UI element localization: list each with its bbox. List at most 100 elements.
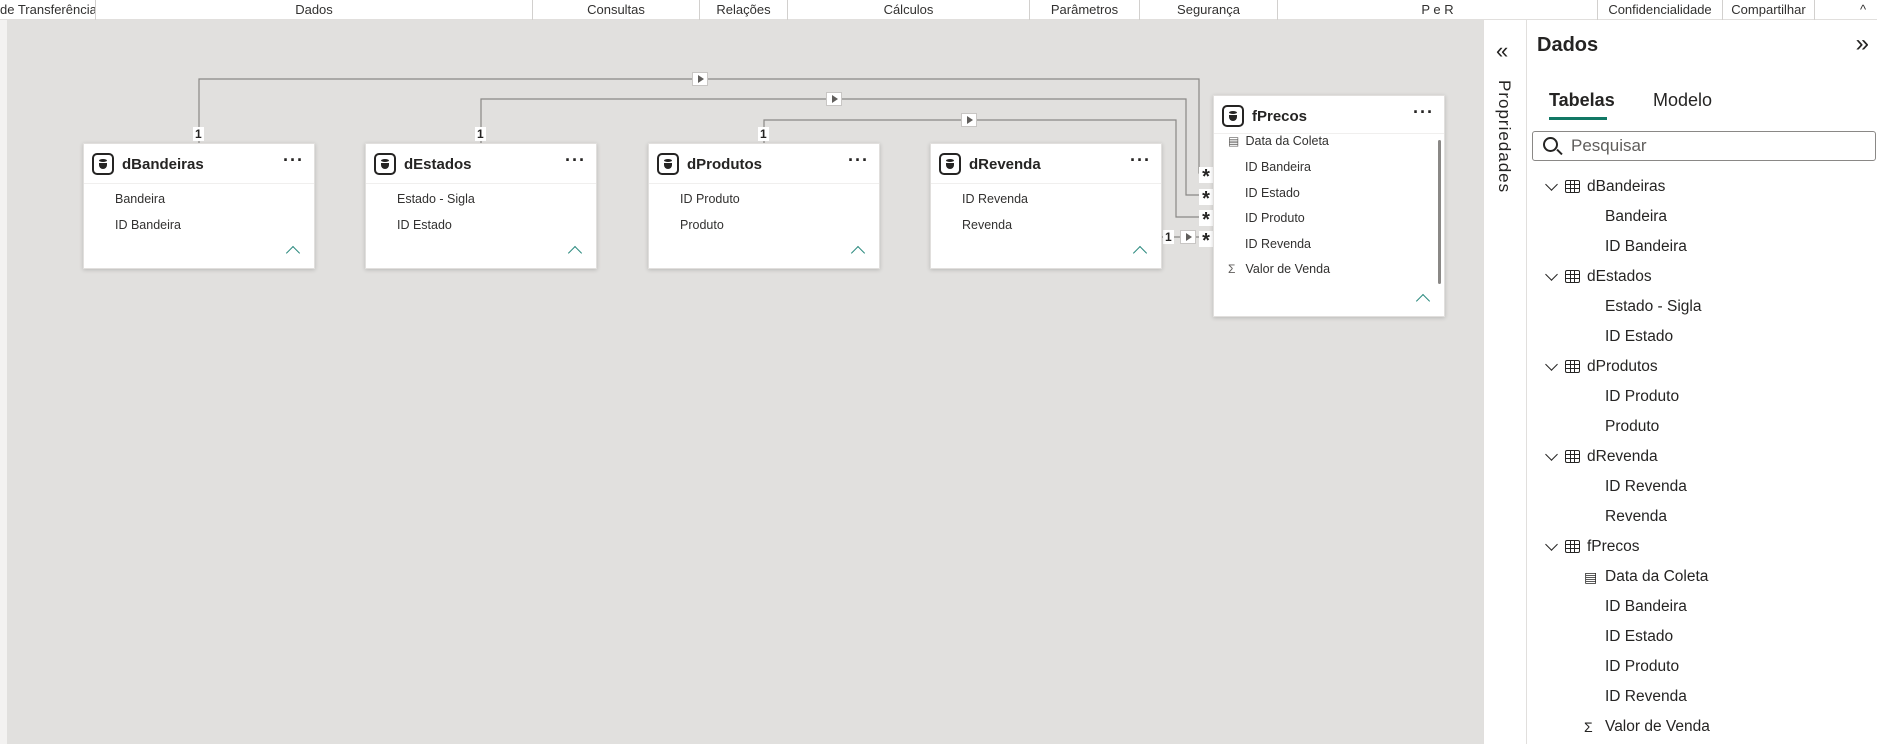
tree-field-label: ID Produto	[1605, 658, 1680, 675]
table-field[interactable]: ID Estado	[397, 218, 452, 232]
table-card-dbandeiras[interactable]: dBandeiras ··· Bandeira ID Bandeira	[83, 143, 315, 269]
table-card-fprecos[interactable]: fPrecos ··· ▤ Data da Coleta ID Bandeira…	[1213, 95, 1445, 317]
collapse-ribbon-button[interactable]: ^	[1853, 0, 1873, 20]
table-field[interactable]: Estado - Sigla	[397, 192, 475, 206]
table-name: fPrecos	[1252, 108, 1308, 125]
tree-field[interactable]: ▤ Data da Coleta	[1527, 562, 1877, 592]
tree-field[interactable]: ID Bandeira	[1527, 592, 1877, 622]
tree-field-label: ID Estado	[1605, 628, 1674, 645]
table-card-destados[interactable]: dEstados ··· Estado - Sigla ID Estado	[365, 143, 597, 269]
table-card-header[interactable]: dRevenda ···	[931, 144, 1161, 184]
properties-pane-collapsed[interactable]: « Propriedades	[1483, 20, 1527, 744]
table-field[interactable]: ID Produto	[1245, 211, 1305, 225]
sigma-icon: Σ	[1584, 719, 1593, 735]
table-field[interactable]: ID Revenda	[962, 192, 1028, 206]
relationship-direction-arrow[interactable]	[961, 113, 977, 127]
tree-field-label: ID Produto	[1605, 388, 1680, 405]
tree-field-label: Produto	[1605, 418, 1660, 435]
table-card-header[interactable]: dProdutos ···	[649, 144, 879, 184]
table-field[interactable]: ▤ Data da Coleta	[1228, 134, 1329, 148]
tree-table-destados[interactable]: dEstados	[1527, 262, 1877, 292]
collapse-data-pane-icon[interactable]: »	[1856, 30, 1869, 58]
chevron-down-icon[interactable]	[1545, 448, 1558, 461]
tree-field[interactable]: Bandeira	[1527, 202, 1877, 232]
table-icon	[1565, 450, 1580, 463]
chevron-down-icon[interactable]	[1545, 538, 1558, 551]
database-icon	[939, 153, 961, 175]
table-field[interactable]: Σ Valor de Venda	[1228, 262, 1330, 276]
tree-field-label: Revenda	[1605, 508, 1668, 525]
search-box[interactable]	[1532, 131, 1876, 161]
relationship-direction-arrow[interactable]	[692, 72, 708, 86]
search-input[interactable]	[1571, 135, 1861, 157]
collapse-card-icon[interactable]	[285, 245, 301, 261]
tab-model[interactable]: Modelo	[1653, 90, 1712, 111]
tree-table-dbandeiras[interactable]: dBandeiras	[1527, 172, 1877, 202]
tree-field[interactable]: ID Estado	[1527, 322, 1877, 352]
more-options-icon[interactable]: ···	[565, 150, 586, 171]
table-name: dProdutos	[687, 156, 762, 173]
table-field[interactable]: ID Revenda	[1245, 237, 1311, 251]
more-options-icon[interactable]: ···	[848, 150, 869, 171]
ribbon-group-sensitivity: Confidencialidade	[1598, 0, 1723, 20]
table-field[interactable]: ID Bandeira	[115, 218, 181, 232]
tree-table-dprodutos[interactable]: dProdutos	[1527, 352, 1877, 382]
tree-field[interactable]: ID Bandeira	[1527, 232, 1877, 262]
ribbon-group-relationships: Relações	[700, 0, 788, 20]
card-scrollbar[interactable]	[1438, 140, 1441, 284]
ribbon-group-clipboard: de Transferência	[0, 0, 96, 20]
table-card-header[interactable]: dBandeiras ···	[84, 144, 314, 184]
tree-field[interactable]: Revenda	[1527, 502, 1877, 532]
cardinality-many-label: *	[1199, 210, 1213, 230]
database-icon	[657, 153, 679, 175]
database-icon	[374, 153, 396, 175]
tree-table-drevenda[interactable]: dRevenda	[1527, 442, 1877, 472]
tree-field-label: ID Bandeira	[1605, 598, 1687, 615]
table-field[interactable]: ID Produto	[680, 192, 740, 206]
chevron-down-icon[interactable]	[1545, 178, 1558, 191]
expand-properties-icon[interactable]: «	[1496, 38, 1508, 64]
collapse-card-icon[interactable]	[1132, 245, 1148, 261]
collapse-card-icon[interactable]	[567, 245, 583, 261]
calendar-icon: ▤	[1584, 569, 1598, 585]
tree-table-fprecos[interactable]: fPrecos	[1527, 532, 1877, 562]
table-field[interactable]: Produto	[680, 218, 724, 232]
tree-field[interactable]: Σ Valor de Venda	[1527, 712, 1877, 742]
table-field[interactable]: Bandeira	[115, 192, 165, 206]
more-options-icon[interactable]: ···	[1413, 102, 1434, 123]
tree-field[interactable]: ID Produto	[1527, 382, 1877, 412]
more-options-icon[interactable]: ···	[1130, 150, 1151, 171]
tab-tables[interactable]: Tabelas	[1549, 90, 1615, 111]
table-card-dprodutos[interactable]: dProdutos ··· ID Produto Produto	[648, 143, 880, 269]
tree-field[interactable]: ID Revenda	[1527, 472, 1877, 502]
table-name: dRevenda	[969, 156, 1041, 173]
collapse-card-icon[interactable]	[850, 245, 866, 261]
table-icon	[1565, 540, 1580, 553]
table-field[interactable]: Revenda	[962, 218, 1012, 232]
relationship-direction-arrow[interactable]	[826, 92, 842, 106]
cardinality-many-label: *	[1199, 189, 1213, 209]
table-field[interactable]: ID Estado	[1245, 186, 1300, 200]
properties-pane-label[interactable]: Propriedades	[1494, 80, 1514, 193]
relationship-direction-arrow[interactable]	[1180, 230, 1196, 244]
model-canvas[interactable]: 1 1 1 1 * * * * dBandeiras ··· Bandeira …	[0, 20, 1483, 744]
chevron-down-icon[interactable]	[1545, 268, 1558, 281]
cardinality-one-label: 1	[1163, 230, 1174, 244]
sigma-icon: Σ	[1228, 262, 1236, 276]
chevron-down-icon[interactable]	[1545, 358, 1558, 371]
tree-field[interactable]: Produto	[1527, 412, 1877, 442]
table-icon	[1565, 360, 1580, 373]
cardinality-many-label: *	[1199, 231, 1213, 251]
table-card-header[interactable]: fPrecos ···	[1214, 96, 1444, 134]
tree-field[interactable]: ID Produto	[1527, 652, 1877, 682]
database-icon	[1222, 105, 1244, 127]
ribbon-group-share: Compartilhar	[1723, 0, 1815, 20]
table-card-drevenda[interactable]: dRevenda ··· ID Revenda Revenda	[930, 143, 1162, 269]
more-options-icon[interactable]: ···	[283, 150, 304, 171]
table-field[interactable]: ID Bandeira	[1245, 160, 1311, 174]
tree-field[interactable]: ID Revenda	[1527, 682, 1877, 712]
tree-field[interactable]: Estado - Sigla	[1527, 292, 1877, 322]
tree-field[interactable]: ID Estado	[1527, 622, 1877, 652]
collapse-card-icon[interactable]	[1415, 293, 1431, 309]
table-card-header[interactable]: dEstados ···	[366, 144, 596, 184]
